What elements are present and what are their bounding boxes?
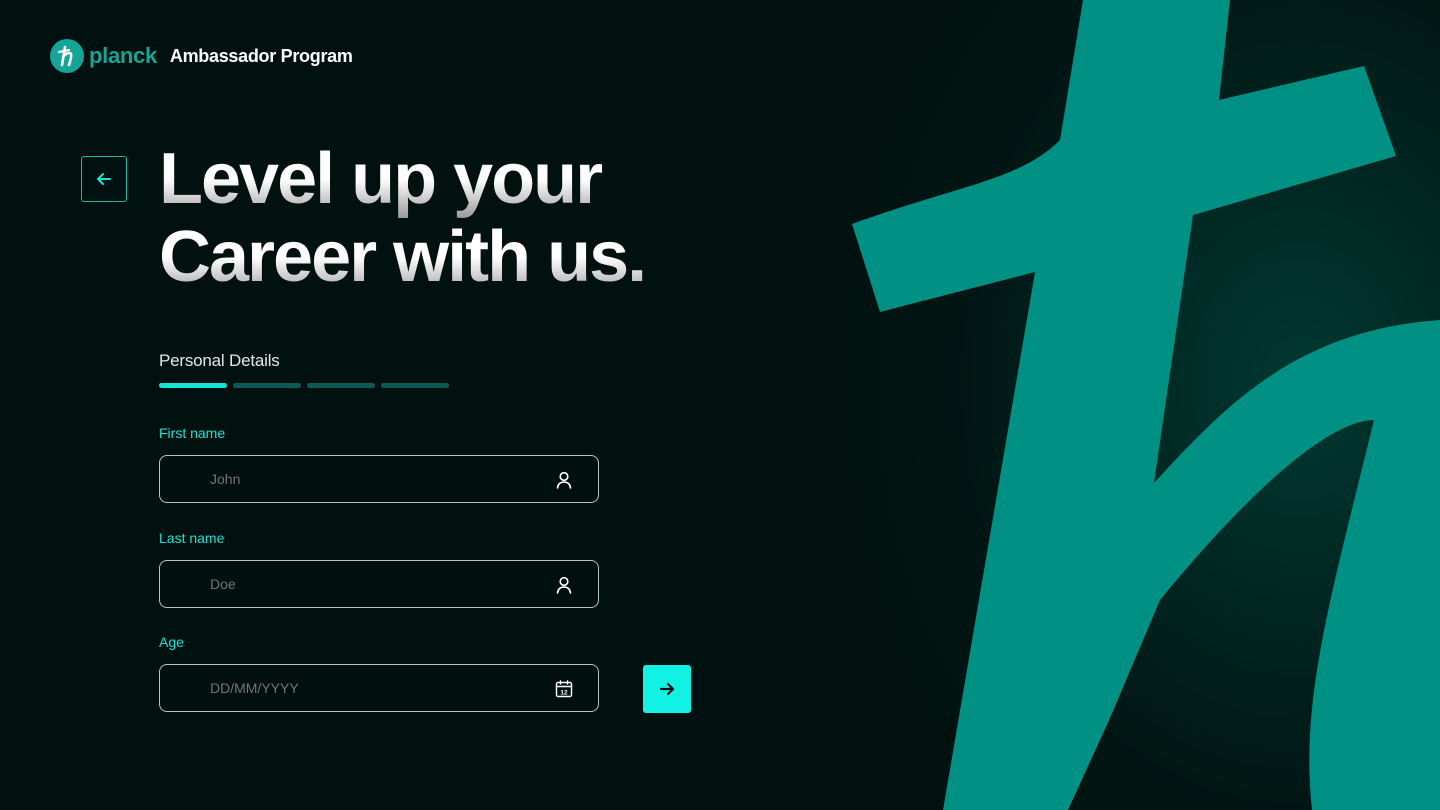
progress-step-4: [381, 383, 449, 388]
last-name-label: Last name: [159, 530, 225, 546]
step-progress: [159, 383, 455, 388]
last-name-field[interactable]: [159, 560, 599, 608]
first-name-label: First name: [159, 425, 226, 441]
arrow-right-icon: [659, 682, 675, 696]
app-header: planck Ambassador Program: [50, 38, 353, 74]
last-name-input[interactable]: [210, 561, 530, 607]
section-title: Personal Details: [159, 351, 280, 370]
calendar-icon[interactable]: 12: [554, 679, 574, 699]
program-title: Ambassador Program: [169, 45, 353, 66]
page-headline: Level up your Career with us.: [159, 140, 779, 296]
headline-line-2: Career with us.: [159, 218, 779, 296]
back-button[interactable]: [81, 156, 127, 202]
headline-line-1: Level up your: [159, 140, 779, 218]
next-button[interactable]: [643, 665, 691, 713]
age-input[interactable]: [210, 665, 530, 711]
progress-step-1: [159, 383, 227, 388]
user-icon: [556, 576, 572, 594]
age-field[interactable]: 12: [159, 664, 599, 712]
first-name-field[interactable]: [159, 455, 599, 503]
progress-step-3: [307, 383, 375, 388]
arrow-left-icon: [97, 173, 111, 185]
age-label: Age: [159, 634, 184, 650]
progress-step-2: [233, 383, 301, 388]
planck-logo-icon[interactable]: [50, 39, 84, 73]
first-name-input[interactable]: [210, 456, 530, 502]
brand-name[interactable]: planck: [89, 43, 157, 69]
user-icon: [556, 471, 572, 489]
svg-text:12: 12: [560, 690, 568, 697]
